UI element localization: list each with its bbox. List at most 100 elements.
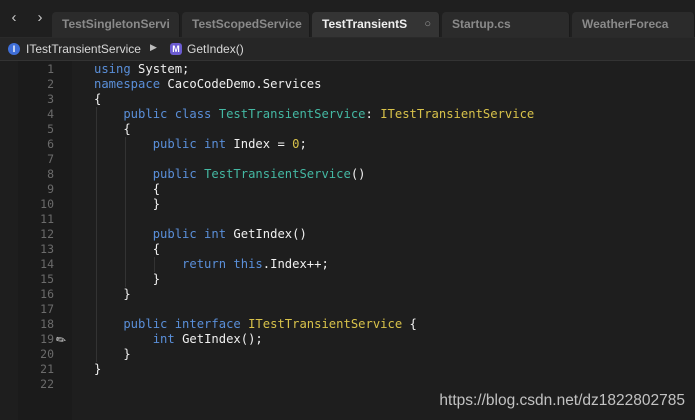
code-line[interactable]: 4 public class TestTransientService: ITe… — [0, 107, 695, 122]
breadcrumb-interface[interactable]: ITestTransientService — [26, 42, 141, 56]
code-token: GetIndex(); — [182, 332, 263, 346]
code-token: { — [402, 317, 417, 331]
code-line[interactable]: 6 public int Index = 0; — [0, 137, 695, 152]
code-token: { — [94, 92, 102, 106]
line-number: 21 — [40, 362, 54, 376]
line-number: 8 — [47, 167, 54, 181]
code-token: () — [350, 167, 366, 181]
tab-test-transient-service[interactable]: TestTransientS ○ — [312, 12, 440, 37]
code-line[interactable]: 5 { — [0, 122, 695, 137]
code-text: } — [94, 362, 101, 377]
watermark: https://blog.csdn.net/dz1822802785 — [439, 392, 685, 409]
line-number: 9 — [47, 182, 54, 196]
code-token: TestTransientService — [204, 167, 351, 181]
code-line[interactable]: 9 { — [0, 182, 695, 197]
code-text: public class TestTransientService: ITest… — [94, 107, 534, 122]
tab-label: WeatherForeca — [582, 17, 669, 31]
tab-test-scoped-service[interactable]: TestScopedService — [182, 12, 310, 37]
code-text: int GetIndex(); — [94, 332, 263, 347]
line-number: 11 — [40, 212, 54, 226]
code-line[interactable]: 19 int GetIndex(); — [0, 332, 695, 347]
back-arrow-icon[interactable]: ‹ — [4, 8, 24, 28]
breadcrumb-separator-icon: ▶ — [150, 42, 157, 52]
code-text: { — [94, 182, 160, 197]
code-line[interactable]: 13 { — [0, 242, 695, 257]
code-line[interactable]: 15 } — [0, 272, 695, 287]
code-text: namespace CacoCodeDemo.Services — [94, 77, 321, 92]
indent-guide — [125, 137, 126, 287]
code-text: public TestTransientService() — [94, 167, 366, 182]
line-number: 5 — [47, 122, 54, 136]
code-line[interactable]: 14 return this.Index++; — [0, 257, 695, 272]
code-token: public int — [94, 137, 234, 151]
indent-guide — [96, 107, 97, 362]
code-text: using System; — [94, 62, 189, 77]
forward-arrow-icon[interactable]: › — [30, 8, 50, 28]
breadcrumb: I ITestTransientService ▶ M GetIndex() — [0, 38, 695, 61]
code-text: } — [94, 197, 160, 212]
code-line[interactable]: 18 public interface ITestTransientServic… — [0, 317, 695, 332]
code-line[interactable]: 20 } — [0, 347, 695, 362]
tab-label: TestTransientS — [322, 17, 408, 31]
indent-guide — [154, 257, 155, 272]
code-token: : — [365, 107, 381, 121]
code-text: return this.Index++; — [94, 257, 329, 272]
code-token: } — [94, 287, 131, 301]
line-number: 4 — [47, 107, 54, 121]
code-line[interactable]: 1 using System; — [0, 62, 695, 77]
code-token: System; — [138, 62, 190, 76]
code-token: namespace — [94, 77, 168, 91]
line-number: 20 — [40, 347, 54, 361]
code-token: public interface — [94, 317, 249, 331]
code-text: } — [94, 347, 131, 362]
tab-test-singleton-service[interactable]: TestSingletonServi — [52, 12, 180, 37]
line-number: 18 — [40, 317, 54, 331]
line-number: 1 — [47, 62, 54, 76]
code-token: Index = — [233, 137, 293, 151]
code-token: ITestTransientService — [248, 317, 403, 331]
code-line[interactable]: 11 — [0, 212, 695, 227]
code-line[interactable]: 10 } — [0, 197, 695, 212]
code-token: int — [94, 332, 183, 346]
code-token: GetIndex() — [233, 227, 307, 241]
code-token: .Index++; — [262, 257, 329, 271]
line-number: 2 — [47, 77, 54, 91]
code-text: } — [94, 272, 160, 287]
code-token: { — [94, 182, 161, 196]
line-number: 14 — [40, 257, 54, 271]
code-token: } — [94, 347, 131, 361]
line-number: 17 — [40, 302, 54, 316]
line-number: 6 — [47, 137, 54, 151]
code-line[interactable]: 3{ — [0, 92, 695, 107]
code-text: { — [94, 242, 160, 257]
code-token: } — [94, 272, 161, 286]
code-line[interactable]: 8 public TestTransientService() — [0, 167, 695, 182]
code-line[interactable]: 2 namespace CacoCodeDemo.Services — [0, 77, 695, 92]
code-token: public — [94, 167, 205, 181]
code-token: } — [94, 197, 161, 211]
line-number: 13 — [40, 242, 54, 256]
code-line[interactable]: 12 public int GetIndex() — [0, 227, 695, 242]
line-number: 12 — [40, 227, 54, 241]
code-token: TestTransientService — [218, 107, 366, 121]
tab-label: Startup.cs — [452, 17, 511, 31]
code-text: { — [94, 92, 101, 107]
code-token: { — [94, 242, 161, 256]
tab-close-icon[interactable]: ○ — [424, 12, 431, 36]
code-token: using — [94, 62, 139, 76]
code-text: } — [94, 287, 131, 302]
code-line[interactable]: 16 } — [0, 287, 695, 302]
code-line[interactable]: 17 — [0, 302, 695, 317]
breadcrumb-method[interactable]: GetIndex() — [187, 42, 244, 56]
tab-startup-cs[interactable]: Startup.cs — [442, 12, 570, 37]
code-token: public int — [94, 227, 234, 241]
code-token: ITestTransientService — [380, 107, 535, 121]
tab-weather-forecast[interactable]: WeatherForeca — [572, 12, 695, 37]
line-number: 19 — [40, 332, 54, 346]
code-line[interactable]: 21} — [0, 362, 695, 377]
line-number: 10 — [40, 197, 54, 211]
code-line[interactable]: 7 — [0, 152, 695, 167]
code-token: { — [94, 122, 131, 136]
code-line[interactable]: 22 — [0, 377, 695, 392]
line-number: 7 — [47, 152, 54, 166]
